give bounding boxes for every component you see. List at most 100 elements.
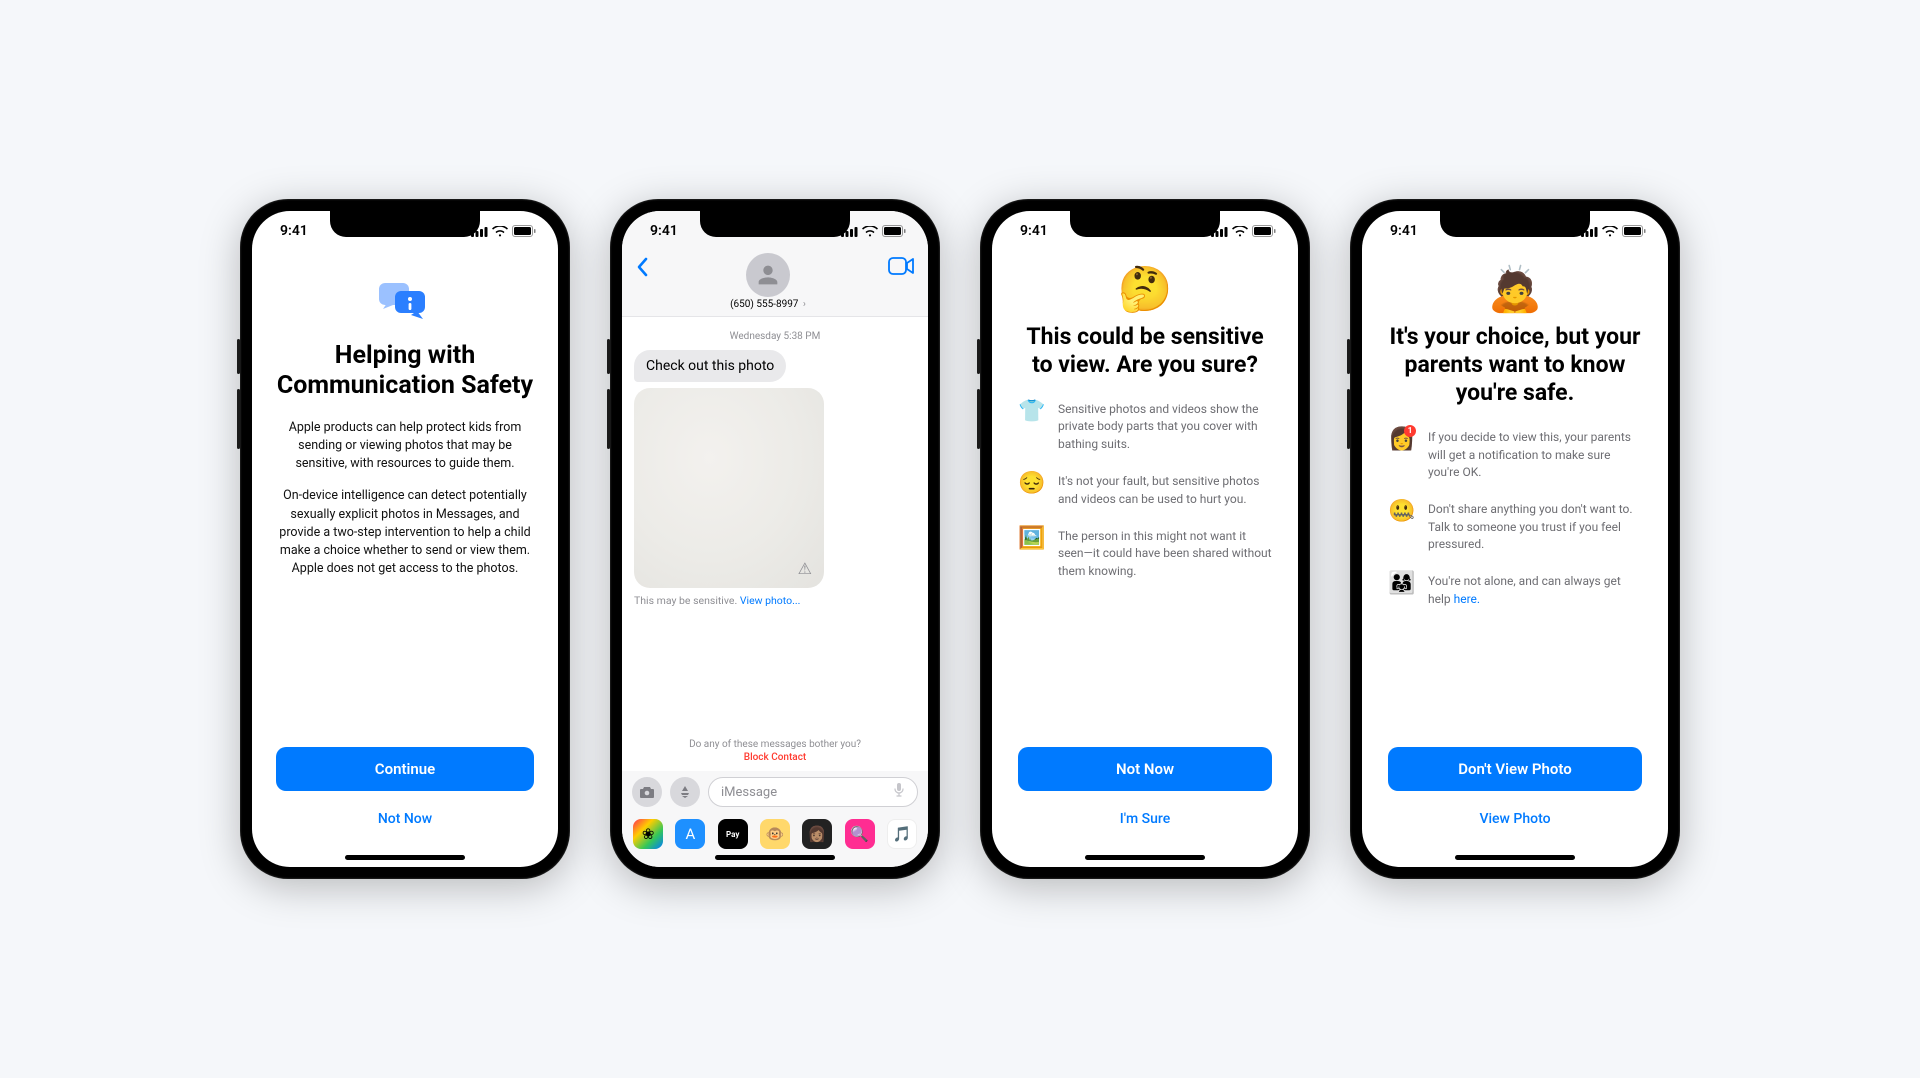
- status-icons: [1211, 225, 1276, 237]
- notch: [1440, 211, 1590, 237]
- item-emoji: 👕: [1018, 401, 1044, 423]
- warning-hero-emoji: 🤔: [1018, 263, 1272, 315]
- item-text: You're not alone, and can always get hel…: [1428, 573, 1642, 608]
- message-timestamp: Wednesday 5:38 PM: [634, 331, 916, 342]
- status-icons: [471, 225, 536, 237]
- status-icons: [841, 225, 906, 237]
- chat-safety-icon: [276, 279, 534, 331]
- phones-row: 9:41 Help: [240, 199, 1680, 879]
- warning-item: 🖼️ The person in this might not want it …: [1018, 528, 1272, 580]
- info-paragraph-1: Apple products can help protect kids fro…: [276, 419, 534, 473]
- item-emoji: 😔: [1018, 473, 1044, 495]
- battery-icon: [1622, 225, 1646, 237]
- home-indicator[interactable]: [1085, 855, 1205, 860]
- bother-prompt: Do any of these messages bother you? Blo…: [634, 739, 916, 771]
- warning-item: 🤐 Don't share anything you don't want to…: [1388, 501, 1642, 553]
- status-time: 9:41: [650, 223, 678, 239]
- back-button[interactable]: [636, 253, 648, 282]
- phone-1-frame: 9:41 Help: [240, 199, 570, 879]
- warning-list: 👩1 If you decide to view this, your pare…: [1388, 429, 1642, 608]
- blurred-photo-attachment[interactable]: ⚠︎: [634, 388, 824, 588]
- message-thread[interactable]: Wednesday 5:38 PM Check out this photo ⚠…: [622, 317, 928, 771]
- avatar-icon: [746, 253, 790, 297]
- im-sure-link[interactable]: I'm Sure: [1018, 801, 1272, 837]
- item-text: If you decide to view this, your parents…: [1428, 429, 1642, 481]
- notch: [700, 211, 850, 237]
- music-app-icon[interactable]: 🎵: [887, 819, 917, 849]
- home-indicator[interactable]: [1455, 855, 1575, 860]
- wifi-icon: [1232, 226, 1248, 237]
- continue-button[interactable]: Continue: [276, 747, 534, 791]
- wifi-icon: [862, 226, 878, 237]
- phone-4-screen: 9:41 🙇 It's your choice, but your parent…: [1362, 211, 1668, 867]
- info-body: Helping with Communication Safety Apple …: [252, 251, 558, 867]
- status-icons: [1581, 225, 1646, 237]
- message-input[interactable]: iMessage: [708, 777, 918, 807]
- contact-header[interactable]: (650) 555-8997 ›: [648, 253, 888, 310]
- item-text: The person in this might not want it see…: [1058, 528, 1272, 580]
- help-link[interactable]: here.: [1454, 592, 1480, 606]
- facetime-button[interactable]: [888, 253, 914, 279]
- warning-hero-emoji: 🙇: [1388, 263, 1642, 315]
- battery-icon: [1252, 225, 1276, 237]
- sensitive-warning-line: This may be sensitive. View photo...: [634, 594, 916, 607]
- bother-question: Do any of these messages bother you?: [689, 739, 861, 750]
- dictate-button[interactable]: [893, 782, 905, 802]
- battery-icon: [882, 225, 906, 237]
- warning-item: 👩1 If you decide to view this, your pare…: [1388, 429, 1642, 481]
- warning-item: 👨‍👩‍👧 You're not alone, and can always g…: [1388, 573, 1642, 608]
- contact-number: (650) 555-8997 ›: [648, 299, 888, 310]
- home-indicator[interactable]: [715, 855, 835, 860]
- warning-body: 🤔 This could be sensitive to view. Are y…: [992, 251, 1298, 867]
- warning-body: 🙇 It's your choice, but your parents wan…: [1362, 251, 1668, 867]
- wifi-icon: [492, 226, 508, 237]
- warning-title: This could be sensitive to view. Are you…: [1018, 323, 1272, 379]
- search-app-icon[interactable]: 🔍: [845, 819, 875, 849]
- warning-list: 👕 Sensitive photos and videos show the p…: [1018, 401, 1272, 580]
- notch: [330, 211, 480, 237]
- warning-item: 😔 It's not your fault, but sensitive pho…: [1018, 473, 1272, 508]
- status-time: 9:41: [1390, 223, 1418, 239]
- phone-2-frame: 9:41 (650) 555-8997 ›: [610, 199, 940, 879]
- home-indicator[interactable]: [345, 855, 465, 860]
- dont-view-button[interactable]: Don't View Photo: [1388, 747, 1642, 791]
- item-emoji: 🖼️: [1018, 528, 1044, 550]
- appstore-app-icon[interactable]: A: [675, 819, 705, 849]
- not-now-button[interactable]: Not Now: [1018, 747, 1272, 791]
- warning-item: 👕 Sensitive photos and videos show the p…: [1018, 401, 1272, 453]
- block-contact-link[interactable]: Block Contact: [634, 752, 916, 763]
- item-emoji: 🤐: [1388, 501, 1414, 523]
- item-text: Sensitive photos and videos show the pri…: [1058, 401, 1272, 453]
- phone-3-frame: 9:41 🤔 This could be sensitive to view. …: [980, 199, 1310, 879]
- item-emoji: 👩1: [1388, 429, 1414, 451]
- chevron-right-icon: ›: [800, 299, 805, 310]
- incoming-message[interactable]: Check out this photo: [634, 350, 786, 382]
- phone-4-frame: 9:41 🙇 It's your choice, but your parent…: [1350, 199, 1680, 879]
- warning-title: It's your choice, but your parents want …: [1388, 323, 1642, 407]
- notch: [1070, 211, 1220, 237]
- messages-header: (650) 555-8997 ›: [622, 251, 928, 317]
- photos-app-icon[interactable]: ❀: [633, 819, 663, 849]
- item-text: Don't share anything you don't want to. …: [1428, 501, 1642, 553]
- wifi-icon: [1602, 226, 1618, 237]
- camera-button[interactable]: [632, 777, 662, 807]
- not-now-link[interactable]: Not Now: [276, 801, 534, 837]
- applepay-app-icon[interactable]: Pay: [718, 819, 748, 849]
- message-input-row: iMessage: [622, 771, 928, 813]
- info-title: Helping with Communication Safety: [276, 341, 534, 401]
- info-paragraph-2: On-device intelligence can detect potent…: [276, 487, 534, 578]
- view-photo-link[interactable]: View Photo: [1388, 801, 1642, 837]
- phone-1-screen: 9:41 Help: [252, 211, 558, 867]
- status-time: 9:41: [280, 223, 308, 239]
- animoji-app-icon[interactable]: 👩🏽: [802, 819, 832, 849]
- message-placeholder: iMessage: [721, 785, 777, 800]
- warning-icon: ⚠︎: [798, 559, 812, 578]
- item-text: It's not your fault, but sensitive photo…: [1058, 473, 1272, 508]
- phone-3-screen: 9:41 🤔 This could be sensitive to view. …: [992, 211, 1298, 867]
- phone-2-screen: 9:41 (650) 555-8997 ›: [622, 211, 928, 867]
- item-emoji: 👨‍👩‍👧: [1388, 573, 1414, 595]
- memoji-app-icon[interactable]: 🐵: [760, 819, 790, 849]
- sensitive-prefix: This may be sensitive.: [634, 594, 740, 607]
- app-store-button[interactable]: [670, 777, 700, 807]
- view-photo-link[interactable]: View photo...: [740, 594, 801, 607]
